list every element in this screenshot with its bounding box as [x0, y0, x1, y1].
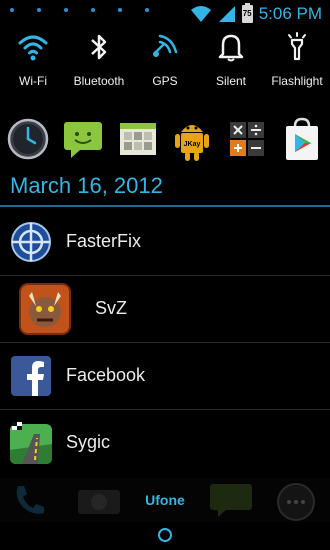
- toggle-bluetooth[interactable]: Bluetooth: [66, 28, 132, 100]
- notification-item-facebook[interactable]: Facebook: [0, 343, 330, 410]
- bell-icon: [218, 34, 244, 62]
- app-messaging[interactable]: [59, 114, 107, 164]
- toggle-label: Bluetooth: [73, 74, 125, 88]
- status-bar: 75 5:06 PM: [0, 0, 330, 28]
- carrier-label: Ufone: [145, 492, 185, 508]
- play-store-icon: [285, 117, 318, 160]
- wifi-signal-icon: [190, 6, 211, 22]
- gps-icon: [153, 34, 178, 57]
- toggle-silent[interactable]: Silent: [198, 28, 264, 100]
- app-clock[interactable]: [4, 114, 52, 164]
- notification-item-svz[interactable]: SvZ: [0, 276, 330, 343]
- status-right: 75 5:06 PM: [190, 3, 322, 24]
- date-divider: [0, 205, 330, 207]
- notification-title: Sygic: [66, 432, 111, 452]
- shade-drag-handle[interactable]: [158, 528, 172, 542]
- bluetooth-icon: [91, 34, 107, 60]
- app-shortcut-row: JKay: [0, 114, 330, 170]
- quick-toggles: Wi-Fi Bluetooth GPS Silent Flashlight: [0, 28, 330, 100]
- gallery-icon: [119, 123, 156, 155]
- notification-item-sygic[interactable]: Sygic: [0, 410, 330, 476]
- toggle-label: Silent: [215, 74, 247, 88]
- app-gallery[interactable]: [114, 114, 162, 164]
- facebook-icon: [11, 356, 51, 396]
- svz-game-icon: [19, 283, 71, 335]
- notification-item-fasterfix[interactable]: FasterFix: [0, 209, 330, 276]
- toggle-label: Wi-Fi: [19, 74, 47, 88]
- date-header: March 16, 2012: [10, 173, 163, 198]
- notification-title: SvZ: [95, 298, 128, 318]
- battery-icon: 75: [241, 3, 253, 23]
- messaging-icon: [63, 122, 102, 158]
- jkay-badge: JKay: [184, 141, 201, 148]
- notification-title: Facebook: [66, 365, 146, 385]
- sygic-icon: [10, 422, 52, 464]
- app-jkay[interactable]: JKay: [168, 114, 216, 164]
- app-play-store[interactable]: [278, 114, 326, 164]
- clock-icon: [7, 118, 49, 160]
- android-jkay-icon: JKay: [175, 125, 210, 161]
- app-calculator[interactable]: [223, 114, 271, 164]
- calculator-icon: [230, 122, 265, 156]
- notification-title: FasterFix: [66, 231, 142, 251]
- toggle-wifi[interactable]: Wi-Fi: [0, 28, 66, 100]
- toggle-label: GPS: [152, 74, 178, 88]
- cell-signal-icon: [218, 6, 235, 22]
- notification-dots: [10, 8, 172, 12]
- wifi-icon: [18, 35, 48, 61]
- toggle-gps[interactable]: GPS: [132, 28, 198, 100]
- toggle-flashlight[interactable]: Flashlight: [264, 28, 330, 100]
- status-time: 5:06 PM: [258, 4, 322, 23]
- flashlight-icon: [288, 32, 306, 61]
- fasterfix-icon: [11, 222, 51, 262]
- toggle-label: Flashlight: [271, 74, 323, 88]
